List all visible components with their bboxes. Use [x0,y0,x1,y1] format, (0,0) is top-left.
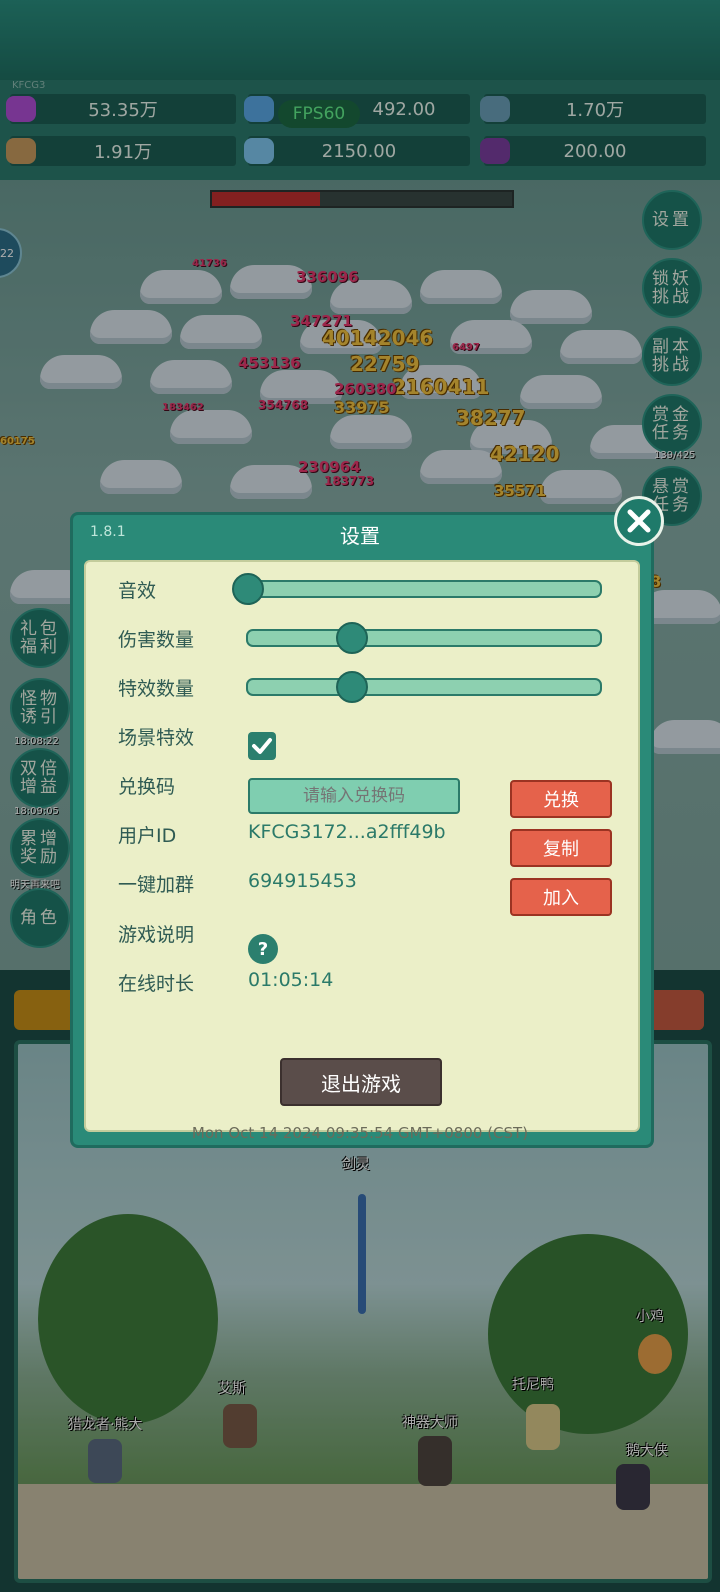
sound-label: 音效 [118,580,157,602]
sound-slider[interactable] [246,580,602,598]
effect-count-slider[interactable] [246,678,602,696]
join-group-label: 一键加群 [118,874,195,896]
online-time-value: 01:05:14 [248,969,334,991]
close-button[interactable] [614,496,664,546]
dialog-title: 设置 [340,524,380,548]
scene-effect-label: 场景特效 [118,727,195,749]
redeem-button[interactable]: 兑换 [510,780,612,818]
user-id-label: 用户ID [118,825,177,847]
game-help-label: 游戏说明 [118,924,195,946]
damage-count-label: 伤害数量 [118,629,195,651]
close-icon [627,509,651,533]
copy-button[interactable]: 复制 [510,829,612,867]
effect-count-label: 特效数量 [118,678,195,700]
damage-count-slider[interactable] [246,629,602,647]
group-number: 694915453 [248,870,357,892]
user-id-value: KFCG3172...a2fff49b [248,821,446,843]
redeem-code-input[interactable] [248,778,460,814]
help-icon[interactable]: ? [248,934,278,964]
scene-effect-checkbox[interactable] [248,732,276,760]
redeem-code-label: 兑换码 [118,776,176,798]
exit-game-button[interactable]: 退出游戏 [280,1058,442,1106]
online-time-label: 在线时长 [118,973,195,995]
sound-slider-thumb[interactable] [232,573,264,605]
checkmark-icon [252,738,272,754]
join-group-button[interactable]: 加入 [510,878,612,916]
current-datetime: Mon Oct 14 2024 09:35:54 GMT+0800 (CST) [191,1124,529,1142]
